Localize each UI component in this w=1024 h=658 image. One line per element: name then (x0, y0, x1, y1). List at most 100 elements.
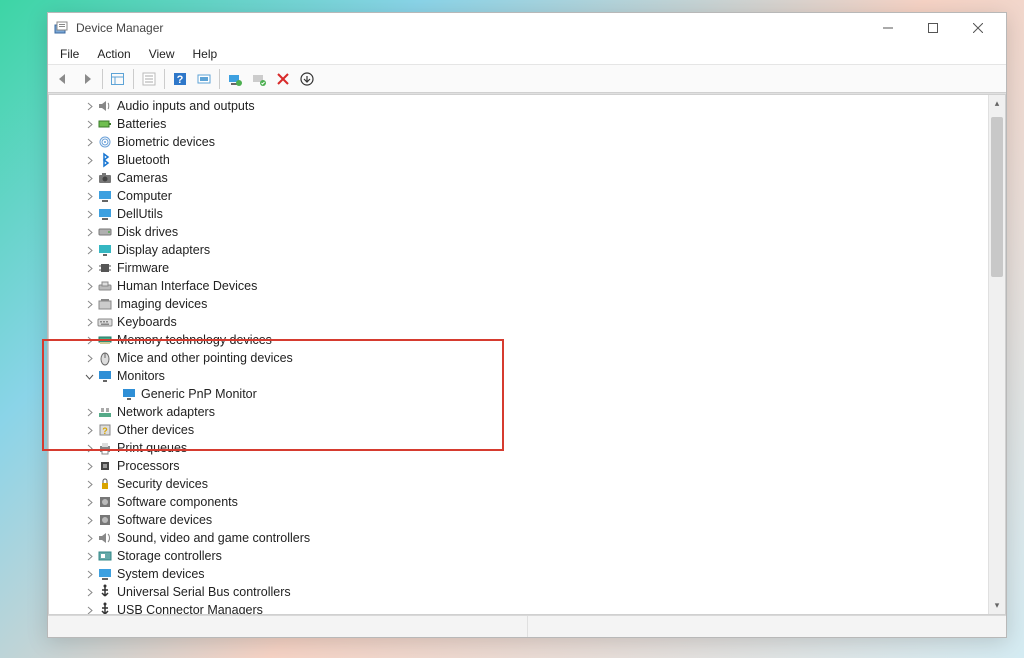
minimize-button[interactable] (865, 13, 910, 43)
chevron-right-icon[interactable] (83, 208, 95, 220)
sound-icon (97, 530, 113, 546)
forward-button[interactable] (76, 68, 98, 90)
tree-node[interactable]: Human Interface Devices (55, 277, 988, 295)
tree-node[interactable]: Security devices (55, 475, 988, 493)
tree-node[interactable]: Storage controllers (55, 547, 988, 565)
back-button[interactable] (52, 68, 74, 90)
tree-node-label: Cameras (117, 171, 168, 185)
chevron-right-icon[interactable] (83, 172, 95, 184)
titlebar: Device Manager (48, 13, 1006, 43)
close-button[interactable] (955, 13, 1000, 43)
chevron-right-icon[interactable] (83, 460, 95, 472)
chevron-right-icon[interactable] (83, 406, 95, 418)
keyboard-icon (97, 314, 113, 330)
toolbar-separator (133, 69, 134, 89)
tree-node[interactable]: Software devices (55, 511, 988, 529)
tree-node[interactable]: Generic PnP Monitor (55, 385, 988, 403)
tree-node[interactable]: Audio inputs and outputs (55, 97, 988, 115)
chevron-right-icon[interactable] (83, 568, 95, 580)
tree-node[interactable]: Firmware (55, 259, 988, 277)
scroll-up-arrow[interactable]: ▴ (989, 95, 1005, 112)
tree-node[interactable]: ? Other devices (55, 421, 988, 439)
enable-device-button[interactable] (296, 68, 318, 90)
tree-node[interactable]: Biometric devices (55, 133, 988, 151)
tree-node[interactable]: Network adapters (55, 403, 988, 421)
tree-node[interactable]: Processors (55, 457, 988, 475)
statusbar (48, 615, 1006, 637)
tree-node[interactable]: Memory technology devices (55, 331, 988, 349)
software-icon (97, 512, 113, 528)
tree-node[interactable]: Monitors (55, 367, 988, 385)
chevron-right-icon[interactable] (83, 280, 95, 292)
tree-node[interactable]: Display adapters (55, 241, 988, 259)
chevron-right-icon[interactable] (83, 496, 95, 508)
uninstall-device-button[interactable] (248, 68, 270, 90)
tree-node-label: USB Connector Managers (117, 603, 263, 614)
scroll-thumb[interactable] (991, 117, 1003, 277)
menu-view[interactable]: View (141, 45, 183, 63)
hid-icon (97, 278, 113, 294)
chevron-right-icon[interactable] (83, 586, 95, 598)
chevron-right-icon[interactable] (83, 478, 95, 490)
window-controls (865, 13, 1000, 43)
chevron-right-icon[interactable] (83, 226, 95, 238)
menu-file[interactable]: File (52, 45, 87, 63)
tree-node[interactable]: Bluetooth (55, 151, 988, 169)
help-button[interactable]: ? (169, 68, 191, 90)
tree-node[interactable]: Mice and other pointing devices (55, 349, 988, 367)
maximize-button[interactable] (910, 13, 955, 43)
tree-node[interactable]: Universal Serial Bus controllers (55, 583, 988, 601)
tree-node[interactable]: DellUtils (55, 205, 988, 223)
disable-device-button[interactable] (272, 68, 294, 90)
chevron-right-icon[interactable] (83, 334, 95, 346)
menu-action[interactable]: Action (89, 45, 138, 63)
chevron-right-icon[interactable] (83, 118, 95, 130)
chevron-right-icon[interactable] (83, 316, 95, 328)
scroll-down-arrow[interactable]: ▾ (989, 597, 1005, 614)
tree-node[interactable]: Cameras (55, 169, 988, 187)
printer-icon (97, 440, 113, 456)
tree-node[interactable]: Disk drives (55, 223, 988, 241)
chevron-right-icon[interactable] (83, 550, 95, 562)
chevron-right-icon[interactable] (83, 154, 95, 166)
chevron-right-icon[interactable] (83, 262, 95, 274)
chevron-right-icon[interactable] (83, 532, 95, 544)
scan-hardware-button[interactable] (193, 68, 215, 90)
chevron-right-icon[interactable] (83, 298, 95, 310)
tree-node[interactable]: Imaging devices (55, 295, 988, 313)
tree-node-label: Universal Serial Bus controllers (117, 585, 291, 599)
chevron-right-icon[interactable] (83, 100, 95, 112)
vertical-scrollbar[interactable]: ▴ ▾ (988, 95, 1005, 614)
tree-node[interactable]: USB Connector Managers (55, 601, 988, 614)
tree-node-label: Biometric devices (117, 135, 215, 149)
menubar: File Action View Help (48, 43, 1006, 65)
chevron-right-icon[interactable] (83, 424, 95, 436)
tree-node-label: Print queues (117, 441, 187, 455)
toolbar-separator (164, 69, 165, 89)
chevron-right-icon[interactable] (83, 136, 95, 148)
menu-help[interactable]: Help (185, 45, 226, 63)
update-driver-button[interactable] (224, 68, 246, 90)
chevron-down-icon[interactable] (83, 370, 95, 382)
chevron-right-icon[interactable] (83, 604, 95, 614)
chevron-right-icon[interactable] (83, 352, 95, 364)
tree-node[interactable]: System devices (55, 565, 988, 583)
tree-node-label: System devices (117, 567, 205, 581)
tree-node[interactable]: Keyboards (55, 313, 988, 331)
tree-node[interactable]: Batteries (55, 115, 988, 133)
tree-node[interactable]: Computer (55, 187, 988, 205)
tree-node[interactable]: Software components (55, 493, 988, 511)
tree-node-label: DellUtils (117, 207, 163, 221)
battery-icon (97, 116, 113, 132)
chevron-right-icon[interactable] (83, 244, 95, 256)
tree-node[interactable]: Sound, video and game controllers (55, 529, 988, 547)
monitor-icon (97, 368, 113, 384)
chevron-right-icon[interactable] (83, 190, 95, 202)
properties-button[interactable] (138, 68, 160, 90)
chevron-right-icon[interactable] (83, 514, 95, 526)
show-hidden-button[interactable] (107, 68, 129, 90)
device-tree[interactable]: Audio inputs and outputs Batteries Biome… (49, 95, 988, 614)
tree-node[interactable]: Print queues (55, 439, 988, 457)
chevron-right-icon[interactable] (83, 442, 95, 454)
computer-icon (97, 188, 113, 204)
